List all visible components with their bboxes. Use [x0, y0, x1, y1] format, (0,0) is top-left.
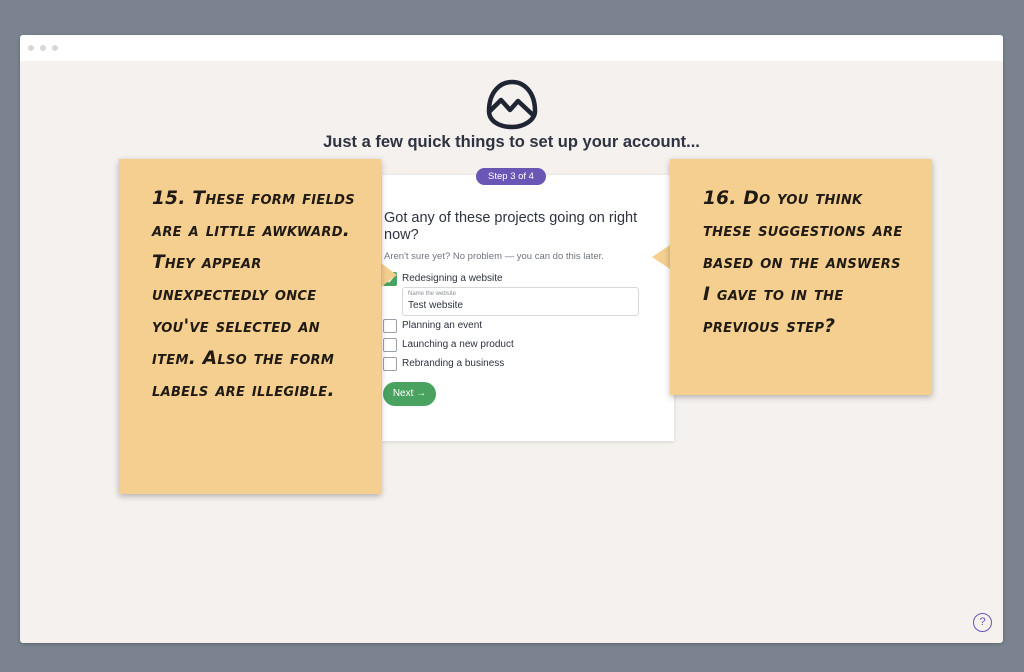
option-label: Rebranding a business — [402, 358, 505, 369]
annotation-note-15: 15. These form fields are a little awkwa… — [119, 159, 381, 494]
checkbox[interactable] — [383, 338, 397, 352]
window-titlebar — [20, 35, 1003, 61]
question-heading: Got any of these projects going on right… — [384, 210, 638, 243]
step-badge: Step 3 of 4 — [476, 168, 546, 185]
annotation-text: 16. Do you think these suggestions are b… — [703, 188, 903, 337]
next-button[interactable]: Next → — [383, 382, 436, 406]
page-title: Just a few quick things to set up your a… — [323, 133, 700, 151]
option-label: Launching a new product — [402, 339, 514, 350]
annotation-note-16: 16. Do you think these suggestions are b… — [670, 159, 932, 395]
question-hint: Aren't sure yet? No problem — you can do… — [384, 251, 604, 262]
option-label: Redesigning a website — [402, 273, 503, 284]
window-dot-icon — [28, 45, 34, 51]
note-pointer — [652, 245, 670, 269]
website-name-label: Name the website — [408, 291, 457, 297]
basecamp-logo-icon — [486, 79, 538, 130]
website-name-input[interactable] — [408, 300, 628, 311]
checkbox[interactable] — [383, 319, 397, 333]
checkbox[interactable] — [383, 357, 397, 371]
window-dot-icon — [40, 45, 46, 51]
annotation-text: 15. These form fields are a little awkwa… — [152, 188, 355, 401]
website-name-field[interactable]: Name the website — [402, 287, 639, 316]
option-label: Planning an event — [402, 320, 483, 331]
window-dot-icon — [52, 45, 58, 51]
help-icon[interactable]: ? — [973, 613, 992, 632]
note-pointer — [381, 263, 397, 287]
